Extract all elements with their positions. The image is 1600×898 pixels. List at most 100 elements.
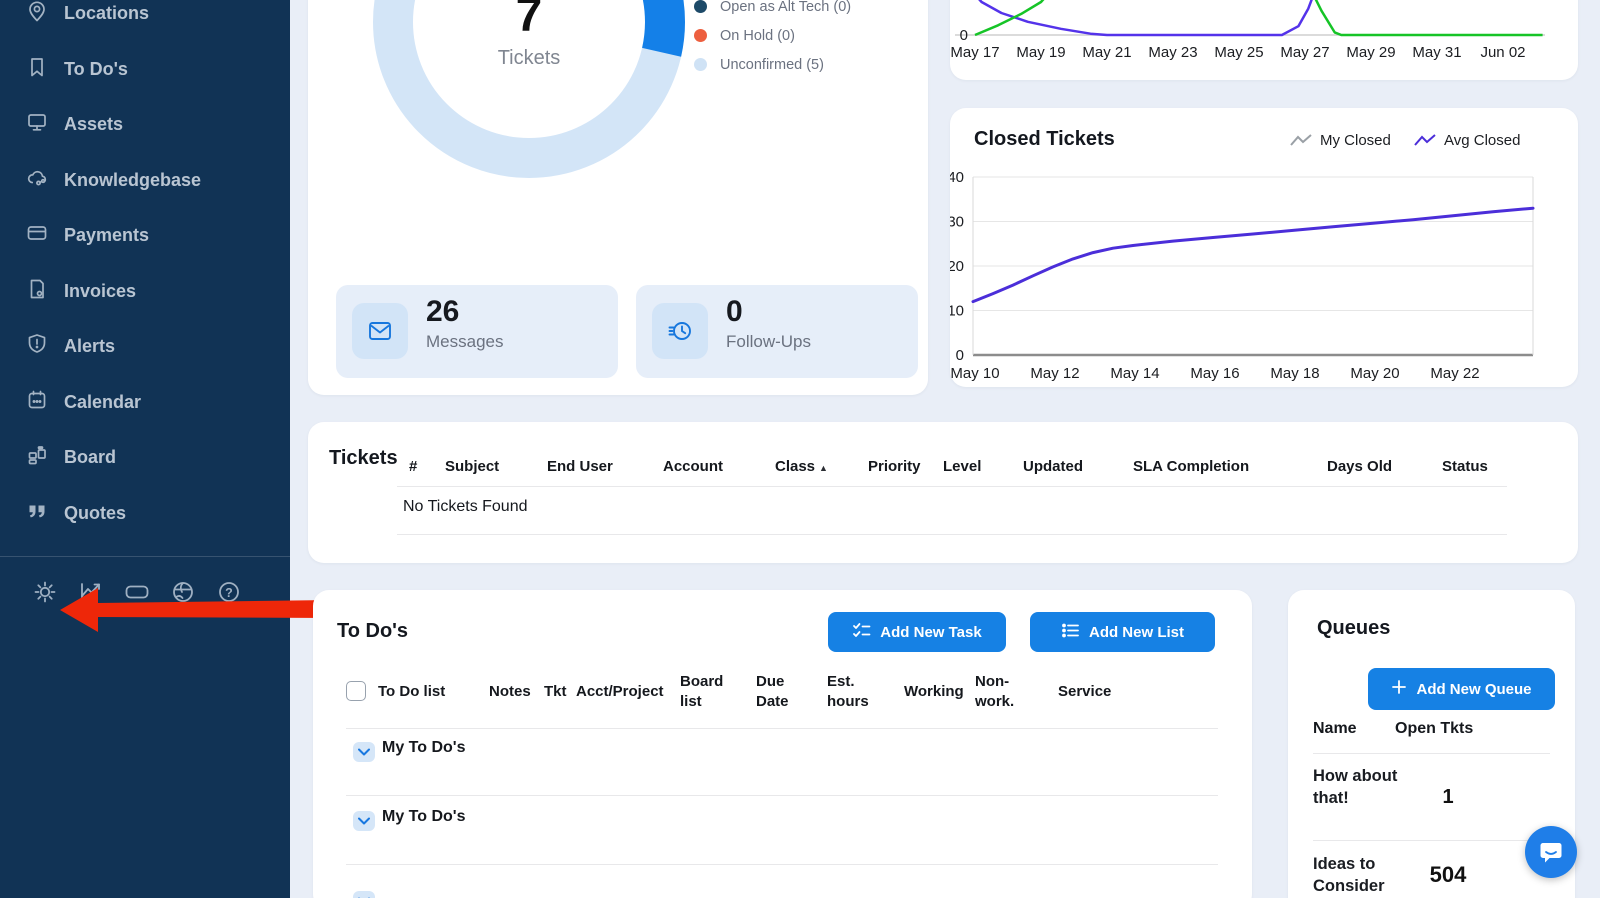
legend-dot [694,58,707,71]
col-board-list[interactable]: Board list [680,672,732,711]
sidebar-item-label: Assets [64,114,123,135]
svg-text:May 18: May 18 [1270,365,1319,382]
legend-label: Unconfirmed (5) [720,57,824,73]
sidebar-item-invoices[interactable]: Invoices [0,264,290,320]
sidebar-item-payments[interactable]: Payments [0,208,290,264]
trend-y-tick-0: 0 [960,27,968,44]
chevron-down-icon[interactable] [353,891,375,898]
svg-text:30: 30 [950,214,964,231]
sidebar-item-alerts[interactable]: Alerts [0,319,290,375]
svg-text:May 23: May 23 [1148,44,1197,61]
row-divider [1313,840,1550,841]
messages-count: 26 [426,295,459,329]
followups-stat-card[interactable]: 0 Follow-Ups [636,285,918,378]
col-sla-completion[interactable]: SLA Completion [1133,458,1249,475]
settings-gear-icon[interactable] [31,578,59,606]
queue-name[interactable]: How about that! [1313,766,1398,810]
col-level[interactable]: Level [943,458,981,475]
sidebar-item-knowledgebase[interactable]: Knowledgebase [0,153,290,209]
select-all-checkbox[interactable] [346,681,366,701]
followups-label: Follow-Ups [726,332,811,352]
col-service[interactable]: Service [1058,682,1111,702]
tickets-table-card: Tickets # Subject End User Account Class… [308,422,1578,563]
tickets-title: Tickets [329,447,398,470]
sidebar-item-board[interactable]: Board [0,430,290,486]
sidebar-item-label: To Do's [64,59,128,80]
tickets-trend-chart: 0 May 17May 19May 21May 23May 25May 27Ma… [950,0,1578,80]
calendar-icon [25,388,49,417]
map-pin-icon [25,0,49,28]
sidebar-item-label: Calendar [64,392,141,413]
envelope-icon [352,303,408,359]
col-updated[interactable]: Updated [1023,458,1083,475]
svg-text:May 14: May 14 [1110,365,1159,382]
col-est-hours[interactable]: Est. hours [827,672,875,711]
legend-item-on-hold[interactable]: On Hold (0) [694,21,851,50]
table-divider [397,486,1507,487]
col-todo-list[interactable]: To Do list [378,682,445,702]
row-divider [346,795,1218,796]
svg-text:May 16: May 16 [1190,365,1239,382]
todo-row-partial [353,886,473,898]
col-tkt[interactable]: Tkt [544,682,567,702]
sidebar-item-label: Knowledgebase [64,170,201,191]
col-subject[interactable]: Subject [445,458,499,475]
col-due-date[interactable]: Due Date [756,672,800,711]
queue-name[interactable]: Ideas to Consider [1313,854,1398,898]
col-working[interactable]: Working [904,682,964,702]
add-new-list-button[interactable]: Add New List [1030,612,1215,652]
col-days-old[interactable]: Days Old [1327,458,1392,475]
clock-history-icon [652,303,708,359]
sidebar-item-todos[interactable]: To Do's [0,42,290,98]
col-notes[interactable]: Notes [489,682,531,702]
svg-text:May 20: May 20 [1350,365,1399,382]
col-class-sorted[interactable]: Class▲ [775,458,828,475]
list-icon [1061,621,1080,644]
legend-label: Open as Alt Tech (0) [720,0,851,15]
chevron-down-icon[interactable] [353,811,375,831]
sidebar-item-label: Invoices [64,281,136,302]
todo-list-name[interactable]: My To Do's [382,739,466,756]
col-open-tkts: Open Tkts [1395,720,1473,738]
chat-launcher-button[interactable] [1525,826,1577,878]
svg-text:May 10: May 10 [950,365,999,382]
svg-text:May 29: May 29 [1346,44,1395,61]
donut-total-label: Tickets [469,47,589,70]
todo-list-name[interactable]: My To Do's [382,808,466,825]
col-account[interactable]: Account [663,458,723,475]
closed-tickets-card: Closed Tickets My Closed Avg Closed 0102… [950,108,1578,387]
sidebar-item-quotes[interactable]: Quotes [0,486,290,542]
sidebar: Locations To Do's Assets Knowledgebase P… [0,0,290,898]
col-priority[interactable]: Priority [868,458,921,475]
table-divider [1313,753,1550,754]
svg-text:Jun 02: Jun 02 [1480,44,1525,61]
annotation-arrow [56,584,334,636]
add-new-queue-button[interactable]: Add New Queue [1368,668,1555,710]
closed-x-axis-labels: May 10May 12May 14May 16May 18May 20May … [950,365,1479,382]
legend-item-unconfirmed[interactable]: Unconfirmed (5) [694,50,851,79]
col-status[interactable]: Status [1442,458,1488,475]
col-acct-project[interactable]: Acct/Project [576,682,664,702]
svg-text:10: 10 [950,303,964,320]
sidebar-item-assets[interactable]: Assets [0,97,290,153]
tickets-empty-message: No Tickets Found [403,498,528,516]
col-queue-name: Name [1313,720,1357,738]
chevron-down-icon[interactable] [353,742,375,762]
legend-item-open-alt-tech[interactable]: Open as Alt Tech (0) [694,0,851,21]
add-new-task-button[interactable]: Add New Task [828,612,1006,652]
sidebar-item-calendar[interactable]: Calendar [0,375,290,431]
messages-stat-card[interactable]: 26 Messages [336,285,618,378]
legend-dot [694,29,707,42]
queue-open-count: 504 [1416,862,1480,888]
svg-text:May 25: May 25 [1214,44,1263,61]
sidebar-item-locations[interactable]: Locations [0,0,290,42]
col-number[interactable]: # [409,458,417,475]
sort-asc-icon: ▲ [819,463,828,473]
svg-text:May 17: May 17 [950,44,999,61]
dashboard-screen: Locations To Do's Assets Knowledgebase P… [0,0,1600,898]
svg-text:May 22: May 22 [1430,365,1479,382]
col-end-user[interactable]: End User [547,458,613,475]
button-label: Add New Queue [1416,681,1531,698]
col-non-work[interactable]: Non-work. [975,672,1023,711]
monitor-icon [25,110,49,139]
